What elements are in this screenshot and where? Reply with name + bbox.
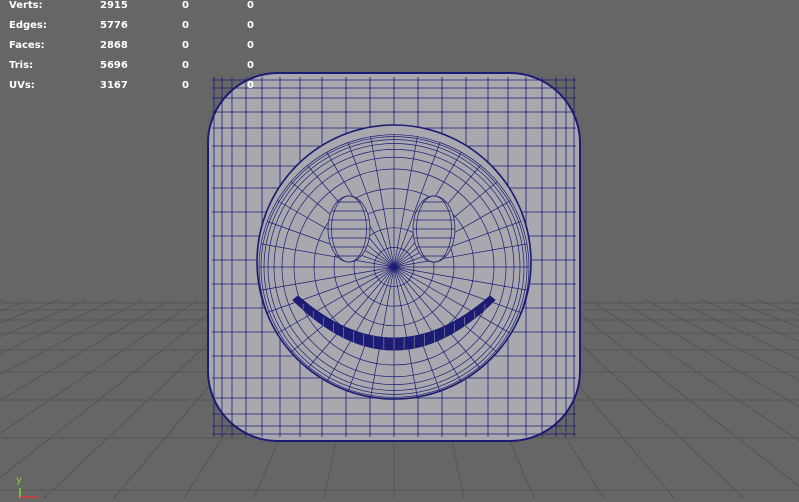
right-eye	[412, 195, 456, 263]
hud-value: 0	[182, 20, 189, 31]
hud-value: 0	[182, 40, 189, 51]
grid-line	[0, 299, 199, 434]
grid-line	[0, 299, 87, 338]
poly-count-hud: Verts: 2915 0 0 Edges: 5776 0 0 Faces: 2…	[0, 0, 300, 100]
hud-label: Edges:	[9, 20, 47, 31]
hud-value: 0	[247, 80, 254, 91]
axis-y-label: y	[16, 475, 22, 486]
hud-value: 0	[182, 80, 189, 91]
hud-row-faces: Faces: 2868 0 0	[0, 40, 300, 60]
hud-label: Faces:	[9, 40, 45, 51]
hud-value: 0	[247, 40, 254, 51]
hud-value: 5776	[100, 20, 128, 31]
grid-line	[757, 299, 799, 316]
grid-line	[0, 299, 31, 312]
perspective-viewport[interactable]: Verts: 2915 0 0 Edges: 5776 0 0 Faces: 2…	[0, 0, 799, 499]
hud-value: 2868	[100, 40, 128, 51]
grid-line	[561, 299, 799, 487]
hud-value: 2915	[100, 0, 128, 11]
grid-line	[701, 299, 799, 343]
grid-line	[729, 299, 799, 328]
left-eye	[327, 195, 371, 263]
hud-row-uvs: UVs: 3167 0 0	[0, 80, 300, 100]
hud-value: 5696	[100, 60, 128, 71]
hud-label: Verts:	[9, 0, 43, 11]
hud-label: UVs:	[9, 80, 35, 91]
hud-value: 0	[182, 60, 189, 71]
hud-value: 0	[247, 20, 254, 31]
grid-line	[589, 299, 799, 442]
grid-line	[0, 299, 59, 324]
grid-line	[785, 299, 799, 305]
hud-value: 0	[247, 0, 254, 11]
smiley-cube-mesh[interactable]	[207, 72, 581, 442]
hud-label: Tris:	[9, 60, 34, 71]
hud-row-edges: Edges: 5776 0 0	[0, 20, 300, 40]
grid-line	[0, 299, 227, 479]
hud-value: 3167	[100, 80, 128, 91]
hud-value: 0	[182, 0, 189, 11]
hud-row-tris: Tris: 5696 0 0	[0, 60, 300, 80]
hud-value: 0	[247, 60, 254, 71]
grid-line	[0, 299, 143, 375]
hud-row-verts: Verts: 2915 0 0	[0, 0, 300, 20]
